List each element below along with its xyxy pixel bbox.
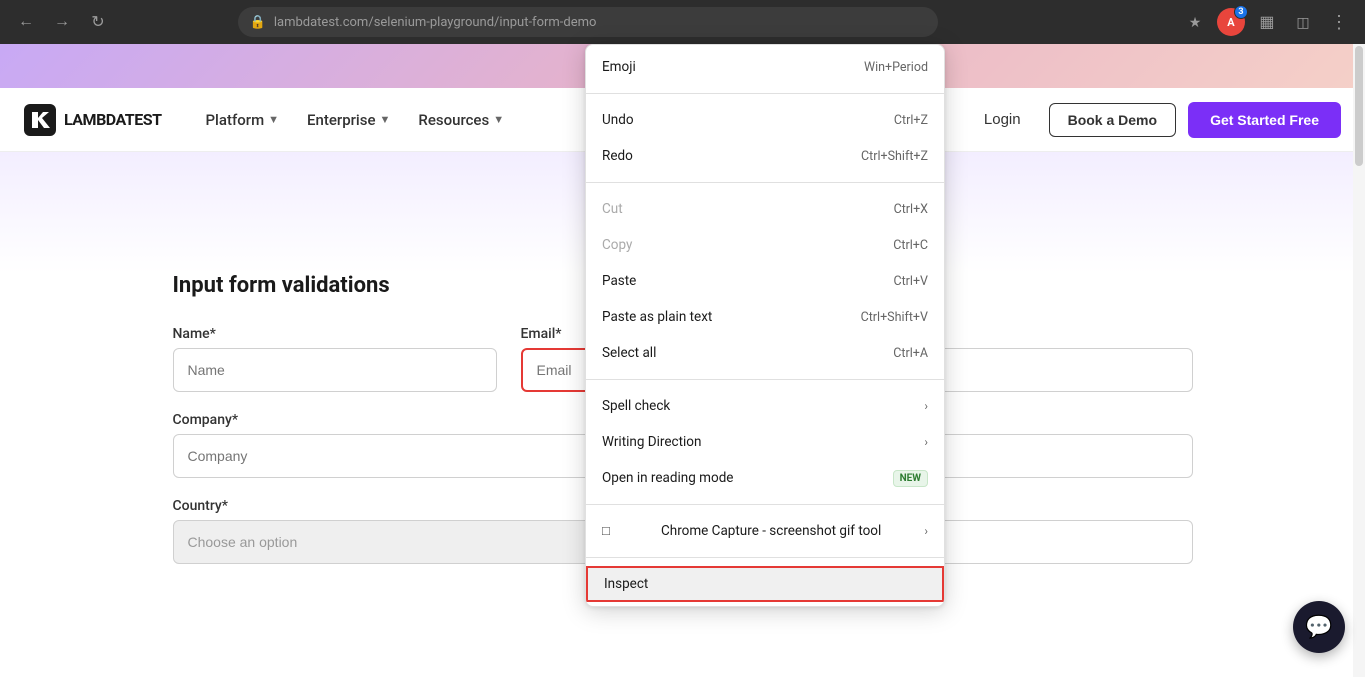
paste-plain-shortcut: Ctrl+Shift+V	[861, 310, 928, 325]
chrome-capture-icon: □	[602, 523, 610, 539]
select-all-label: Select all	[602, 345, 656, 361]
context-menu-inspect[interactable]: Inspect	[586, 566, 944, 602]
context-menu-cut[interactable]: Cut Ctrl+X	[586, 191, 944, 227]
extensions-button[interactable]: ▦	[1253, 8, 1281, 36]
context-menu-writing-direction[interactable]: Writing Direction ›	[586, 424, 944, 460]
copy-label: Copy	[602, 237, 632, 253]
reading-mode-label: Open in reading mode	[602, 470, 733, 486]
divider-1	[586, 93, 944, 94]
form-group-name: Name*	[173, 326, 497, 392]
context-menu: Emoji Win+Period Undo Ctrl+Z Redo Ctrl+S…	[585, 44, 945, 607]
login-button[interactable]: Login	[968, 103, 1037, 136]
nav-item-enterprise[interactable]: Enterprise ▼	[295, 103, 402, 137]
divider-2	[586, 182, 944, 183]
main-nav: Platform ▼ Enterprise ▼ Resources ▼	[193, 103, 516, 137]
context-menu-reading-mode[interactable]: Open in reading mode NEW	[586, 460, 944, 496]
emoji-label: Emoji	[602, 59, 636, 75]
select-all-shortcut: Ctrl+A	[893, 346, 928, 361]
divider-3	[586, 379, 944, 380]
spell-check-arrow-icon: ›	[924, 399, 928, 413]
profile-avatar[interactable]: A 3	[1217, 8, 1245, 36]
context-menu-clipboard-section: Cut Ctrl+X Copy Ctrl+C Paste Ctrl+V Past…	[586, 187, 944, 375]
context-menu-top-section: Emoji Win+Period	[586, 45, 944, 89]
browser-action-bar: ★ A 3 ▦ ◫ ⋮	[1181, 8, 1353, 36]
undo-shortcut: Ctrl+Z	[894, 113, 928, 128]
context-menu-redo[interactable]: Redo Ctrl+Shift+Z	[586, 138, 944, 174]
nav-enterprise-chevron-icon: ▼	[380, 113, 391, 126]
reading-mode-badge: NEW	[893, 470, 928, 487]
context-menu-dev-section: Inspect	[586, 562, 944, 606]
nav-resources-chevron-icon: ▼	[493, 113, 504, 126]
undo-label: Undo	[602, 112, 634, 128]
redo-shortcut: Ctrl+Shift+Z	[861, 149, 928, 164]
chrome-capture-label: Chrome Capture - screenshot gif tool	[661, 523, 881, 539]
forward-button[interactable]: →	[48, 8, 76, 36]
back-button[interactable]: ←	[12, 8, 40, 36]
chrome-capture-arrow-icon: ›	[924, 524, 928, 538]
url-text: lambdatest.com/selenium-playground/input…	[274, 15, 597, 30]
paste-label: Paste	[602, 273, 636, 289]
writing-direction-label: Writing Direction	[602, 434, 701, 450]
divider-5	[586, 557, 944, 558]
more-button[interactable]: ⋮	[1325, 8, 1353, 36]
nav-item-platform[interactable]: Platform ▼	[193, 103, 291, 137]
context-menu-extensions-section: □ Chrome Capture - screenshot gif tool ›	[586, 509, 944, 553]
cut-label: Cut	[602, 201, 623, 217]
split-view-button[interactable]: ◫	[1289, 8, 1317, 36]
context-menu-edit-section: Undo Ctrl+Z Redo Ctrl+Shift+Z	[586, 98, 944, 178]
name-label: Name*	[173, 326, 497, 342]
context-menu-emoji[interactable]: Emoji Win+Period	[586, 49, 944, 85]
paste-plain-label: Paste as plain text	[602, 309, 712, 325]
reload-button[interactable]: ↻	[84, 8, 112, 36]
copy-shortcut: Ctrl+C	[893, 238, 928, 253]
context-menu-spell-check[interactable]: Spell check ›	[586, 388, 944, 424]
context-menu-paste-plain[interactable]: Paste as plain text Ctrl+Shift+V	[586, 299, 944, 335]
context-menu-chrome-capture[interactable]: □ Chrome Capture - screenshot gif tool ›	[586, 513, 944, 549]
nav-enterprise-label: Enterprise	[307, 111, 375, 129]
chat-icon: 💬	[1305, 615, 1332, 640]
context-menu-tools-section: Spell check › Writing Direction › Open i…	[586, 384, 944, 500]
logo-icon	[24, 104, 56, 136]
context-menu-copy[interactable]: Copy Ctrl+C	[586, 227, 944, 263]
browser-chrome: ← → ↻ 🔒 lambdatest.com/selenium-playgrou…	[0, 0, 1365, 44]
header-right: Login Book a Demo Get Started Free	[968, 102, 1341, 138]
paste-shortcut: Ctrl+V	[893, 274, 928, 289]
logo-text: LAMBDATEST	[64, 110, 161, 129]
logo[interactable]: LAMBDATEST	[24, 104, 161, 136]
context-menu-select-all[interactable]: Select all Ctrl+A	[586, 335, 944, 371]
inspect-label: Inspect	[604, 576, 648, 592]
bookmark-button[interactable]: ★	[1181, 8, 1209, 36]
lock-icon: 🔒	[250, 15, 266, 30]
emoji-shortcut: Win+Period	[864, 60, 928, 75]
chat-bubble-button[interactable]: 💬	[1293, 601, 1345, 653]
profile-badge: 3	[1234, 5, 1248, 19]
context-menu-undo[interactable]: Undo Ctrl+Z	[586, 102, 944, 138]
book-demo-button[interactable]: Book a Demo	[1049, 103, 1176, 137]
nav-platform-chevron-icon: ▼	[268, 113, 279, 126]
divider-4	[586, 504, 944, 505]
scrollbar-thumb[interactable]	[1355, 46, 1363, 166]
context-menu-paste[interactable]: Paste Ctrl+V	[586, 263, 944, 299]
get-started-button[interactable]: Get Started Free	[1188, 102, 1341, 138]
address-bar[interactable]: 🔒 lambdatest.com/selenium-playground/inp…	[238, 7, 938, 37]
writing-direction-arrow-icon: ›	[924, 435, 928, 449]
nav-resources-label: Resources	[418, 111, 489, 129]
page-scrollbar[interactable]	[1353, 44, 1365, 677]
nav-item-resources[interactable]: Resources ▼	[406, 103, 516, 137]
cut-shortcut: Ctrl+X	[894, 202, 928, 217]
nav-platform-label: Platform	[205, 111, 264, 129]
spell-check-label: Spell check	[602, 398, 670, 414]
name-input[interactable]	[173, 348, 497, 392]
redo-label: Redo	[602, 148, 633, 164]
